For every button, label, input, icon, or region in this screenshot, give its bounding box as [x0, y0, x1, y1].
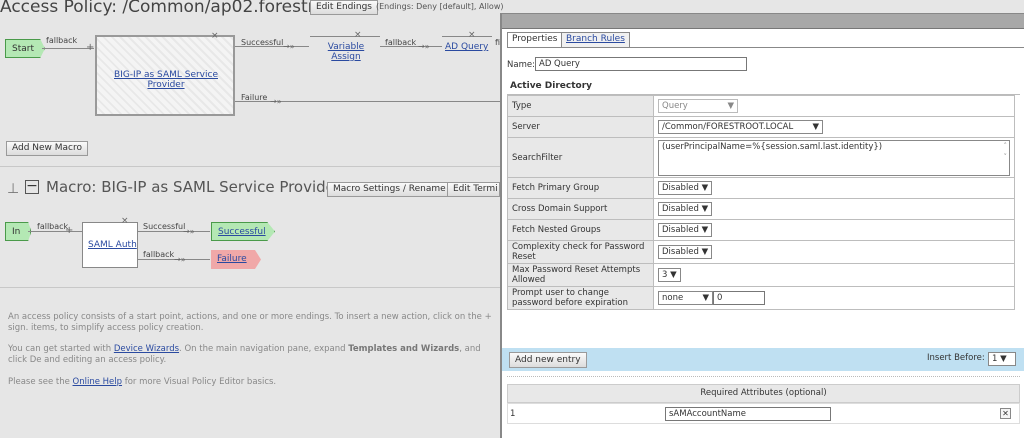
table-row: Server/Common/FORESTROOT.LOCAL ▼ — [507, 116, 1015, 138]
edit-terminals-button[interactable]: Edit Termi — [447, 182, 500, 197]
variable-assign-link[interactable]: Variable Assign — [312, 42, 380, 62]
variable-assign-node[interactable]: × Variable Assign — [310, 30, 380, 62]
online-help-link[interactable]: Online Help — [73, 377, 123, 387]
successful-label-2: Successful — [143, 222, 186, 231]
help-paragraph-2: You can get started with Device Wizards.… — [8, 344, 481, 365]
delete-icon[interactable]: × — [211, 31, 219, 41]
type-label: Type — [507, 95, 654, 117]
start-node[interactable]: Start — [5, 39, 45, 58]
fallback-label-4: fallback — [143, 250, 175, 259]
fallback-label-3: fallback — [37, 222, 69, 231]
table-row: Prompt user to change password before ex… — [507, 286, 1015, 310]
prompt-change-password-label: Prompt user to change password before ex… — [507, 286, 654, 310]
days-before-expiration-field[interactable]: 0 — [713, 291, 765, 305]
section-title: Active Directory — [507, 81, 1020, 95]
insert-plus-4[interactable]: →» — [270, 98, 282, 106]
saml-auth-link[interactable]: SAML Auth — [88, 240, 137, 250]
macro-title: Macro: BIG-IP as SAML Service Provider — [46, 178, 342, 196]
macro-node[interactable]: × BIG-IP as SAML Service Provider — [95, 31, 235, 116]
complexity-check-label: Complexity check for Password Reset — [507, 240, 654, 264]
attributes-table: Type Query ▼ Server/Common/FORESTROOT.LOCA… — [507, 95, 1015, 310]
help-paragraph-3: Please see the Online Help for more Visu… — [8, 377, 277, 387]
required-attribute-field[interactable]: sAMAccountName — [665, 407, 831, 421]
macro-node-link[interactable]: BIG-IP as SAML Service Provider — [99, 70, 233, 90]
insert-plus[interactable]: + — [86, 43, 94, 53]
insert-plus-7[interactable]: →» — [174, 256, 186, 264]
table-row: SearchFilter (userPrincipalName=%{session… — [507, 137, 1015, 178]
macro-settings-button[interactable]: Macro Settings / Rename — [327, 182, 452, 197]
move-icon[interactable]: ⊥ — [7, 181, 19, 197]
name-label: Name: — [507, 60, 535, 70]
add-new-entry-button[interactable]: Add new entry — [509, 352, 587, 368]
successful-ending[interactable]: Successful — [211, 222, 275, 241]
saml-auth-node[interactable]: × SAML Auth — [82, 216, 138, 268]
server-select[interactable]: /Common/FORESTROOT.LOCAL ▼ — [658, 120, 823, 134]
table-row: Complexity check for Password Reset Disab… — [507, 240, 1015, 264]
insert-before-select[interactable]: 1 ▼ — [988, 352, 1016, 366]
fetch-nested-groups-select[interactable]: Disabled ▼ — [658, 223, 713, 237]
delete-entry-icon[interactable]: ✕ — [1000, 408, 1011, 419]
delete-icon[interactable]: × — [468, 30, 476, 40]
table-row: Type Query ▼ — [507, 95, 1015, 117]
table-row: Fetch Primary Group Disabled ▼ — [507, 177, 1015, 199]
dialog-header[interactable] — [502, 14, 1024, 29]
searchfilter-label: SearchFilter — [507, 137, 654, 178]
failure-ending[interactable]: Failure — [211, 250, 261, 269]
required-attributes-header: Required Attributes (optional) — [507, 384, 1020, 403]
cross-domain-label: Cross Domain Support — [507, 198, 654, 220]
delete-icon[interactable]: × — [121, 216, 129, 226]
delete-icon[interactable]: × — [354, 30, 362, 40]
ad-query-link[interactable]: AD Query — [445, 42, 488, 52]
server-label: Server — [507, 116, 654, 138]
name-field[interactable]: AD Query — [535, 57, 747, 71]
ad-query-node[interactable]: × AD Query — [442, 30, 492, 57]
entries-toolbar: Add new entry Insert Before: 1 ▼ — [502, 348, 1024, 371]
searchfilter-textarea[interactable]: (userPrincipalName=%{session.saml.last.i… — [658, 139, 1010, 176]
insert-plus-3[interactable]: →» — [418, 43, 430, 51]
device-wizards-link[interactable]: Device Wizards — [114, 344, 179, 354]
table-row: Max Password Reset Attempts Allowed 3 ▼ — [507, 263, 1015, 287]
edit-endings-button[interactable]: Edit Endings — [310, 0, 378, 15]
insert-before-label: Insert Before: — [927, 353, 985, 363]
insert-plus-2[interactable]: →» — [283, 43, 295, 51]
table-row: Cross Domain Support Disabled ▼ — [507, 198, 1015, 220]
prompt-change-password-select[interactable]: none ▼ — [658, 291, 713, 305]
max-reset-attempts-select[interactable]: 3 ▼ — [658, 268, 681, 282]
max-reset-attempts-label: Max Password Reset Attempts Allowed — [507, 263, 654, 287]
properties-dialog: Properties Branch Rules Name: AD Query A… — [500, 13, 1024, 438]
endings-note: (Endings: Deny [default], Allow) — [376, 2, 504, 11]
insert-plus-5[interactable]: + — [65, 226, 73, 236]
type-select[interactable]: Query ▼ — [658, 99, 738, 113]
collapse-icon[interactable]: − — [25, 179, 39, 194]
complexity-check-select[interactable]: Disabled ▼ — [658, 245, 713, 259]
required-attribute-row: 1 sAMAccountName ✕ — [507, 403, 1020, 424]
tab-properties[interactable]: Properties — [507, 32, 563, 48]
fetch-nested-groups-label: Fetch Nested Groups — [507, 219, 654, 241]
tab-branch-rules[interactable]: Branch Rules — [561, 32, 630, 48]
fallback-label: fallback — [46, 36, 78, 45]
fetch-primary-group-select[interactable]: Disabled ▼ — [658, 181, 713, 195]
table-row: Fetch Nested Groups Disabled ▼ — [507, 219, 1015, 241]
fetch-primary-group-label: Fetch Primary Group — [507, 177, 654, 199]
insert-plus-6[interactable]: →» — [183, 228, 195, 236]
help-paragraph-1: An access policy consists of a start poi… — [8, 312, 492, 333]
cross-domain-select[interactable]: Disabled ▼ — [658, 202, 713, 216]
row-index: 1 — [510, 409, 516, 419]
add-new-macro-button[interactable]: Add New Macro — [6, 141, 89, 156]
